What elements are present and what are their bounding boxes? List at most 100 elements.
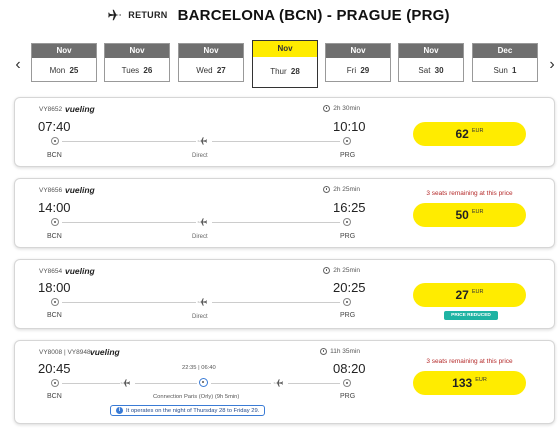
date-tab-sun-1[interactable]: Dec Sun 1: [472, 43, 538, 82]
origin-dot: [51, 218, 59, 226]
destination-dot: [343, 298, 351, 306]
departure-time: 18:00: [38, 280, 71, 295]
arrival-time: 20:25: [333, 280, 366, 295]
origin-dot: [51, 298, 59, 306]
date-label: Fri 29: [346, 66, 370, 75]
price-amount: 27: [455, 288, 469, 302]
flight-card[interactable]: VY8656 vueling 2h 25min 14:00 16:25 BCN …: [14, 178, 555, 248]
arrival-time: 08:20: [333, 361, 366, 376]
date-month: Nov: [253, 41, 317, 57]
airline-logo: vueling: [90, 347, 120, 357]
airline-logo: vueling: [65, 185, 95, 195]
airline-logo: vueling: [65, 104, 95, 114]
destination-code: PRG: [340, 233, 356, 240]
return-label: RETURN: [128, 10, 168, 20]
flight-card[interactable]: VY8652 vueling 2h 30min 07:40 10:10 BCN …: [14, 97, 555, 167]
destination-dot: [343, 379, 351, 387]
connection-label: Connection Paris (Orly) (9h 5min): [153, 394, 240, 400]
price-reduced-badge: PRICE REDUCED: [444, 311, 498, 320]
price-button[interactable]: 27 EUR: [413, 283, 526, 307]
price-currency: EUR: [475, 377, 487, 383]
info-icon: i: [116, 407, 123, 414]
page-header: RETURN BARCELONA (BCN) - PRAGUE (PRG): [0, 4, 558, 26]
date-selector: ‹ Nov Mon 25 Nov Tues 26 Nov Wed 27 Nov …: [0, 40, 558, 88]
plane-icon: [273, 379, 283, 387]
destination-code: PRG: [340, 152, 356, 159]
date-month: Nov: [32, 44, 96, 58]
flight-number: VY8654: [39, 268, 63, 275]
date-label: Sun 1: [493, 66, 517, 75]
duration: 2h 25min: [323, 186, 360, 193]
route-line: [212, 222, 340, 223]
date-month: Dec: [473, 44, 537, 58]
date-label: Wed 27: [196, 66, 226, 75]
destination-code: PRG: [340, 393, 356, 400]
clock-icon: [323, 186, 331, 193]
duration: 11h 35min: [320, 348, 360, 355]
plane-icon: [197, 218, 207, 226]
prev-dates-arrow-icon[interactable]: ‹: [11, 56, 25, 74]
price-currency: EUR: [471, 209, 484, 215]
date-tab-tues-26[interactable]: Nov Tues 26: [104, 43, 170, 82]
clock-icon: [320, 348, 328, 355]
arrival-time: 10:10: [333, 119, 366, 134]
date-tab-fri-29[interactable]: Nov Fri 29: [325, 43, 391, 82]
departure-time: 14:00: [38, 200, 71, 215]
seats-remaining-note: 3 seats remaining at this price: [426, 190, 513, 197]
route-line: [211, 383, 271, 384]
date-month: Nov: [105, 44, 169, 58]
return-plane-icon: [108, 9, 122, 21]
date-label: Tues 26: [121, 66, 153, 75]
date-month: Nov: [179, 44, 243, 58]
departure-time: 07:40: [38, 119, 71, 134]
connection-dot: [199, 378, 208, 387]
route-line: [62, 383, 120, 384]
date-month: Nov: [399, 44, 463, 58]
date-tab-thur-28-selected[interactable]: Nov Thur 28: [252, 40, 318, 88]
stop-label: Direct: [192, 314, 208, 320]
destination-dot: [343, 218, 351, 226]
origin-code: BCN: [47, 152, 62, 159]
price-button[interactable]: 62 EUR: [413, 122, 526, 146]
origin-code: BCN: [47, 312, 62, 319]
date-label: Thur 28: [270, 67, 300, 76]
flight-number: VY8656: [39, 187, 63, 194]
date-tab-sat-30[interactable]: Nov Sat 30: [398, 43, 464, 82]
flight-card-connection[interactable]: VY8008 | VY8948 vueling 11h 35min 20:45 …: [14, 340, 555, 424]
arrival-time: 16:25: [333, 200, 366, 215]
price-amount: 50: [455, 208, 469, 222]
date-tab-wed-27[interactable]: Nov Wed 27: [178, 43, 244, 82]
price-currency: EUR: [471, 289, 484, 295]
route-line: [212, 141, 340, 142]
destination-code: PRG: [340, 312, 356, 319]
date-label: Sat 30: [418, 66, 444, 75]
plane-icon: [120, 379, 130, 387]
stop-label: Direct: [192, 153, 208, 159]
duration: 2h 25min: [323, 267, 360, 274]
airline-logo: vueling: [65, 266, 95, 276]
price-button[interactable]: 133 EUR: [413, 371, 526, 395]
stop-label: Direct: [192, 234, 208, 240]
date-tab-mon-25[interactable]: Nov Mon 25: [31, 43, 97, 82]
flight-number: VY8652: [39, 106, 63, 113]
price-amount: 133: [452, 376, 473, 390]
connection-times: 22:35 | 06:40: [182, 365, 216, 371]
price-button[interactable]: 50 EUR: [413, 203, 526, 227]
route-line: [212, 302, 340, 303]
route-title: BARCELONA (BCN) - PRAGUE (PRG): [177, 6, 450, 24]
route-line: [62, 302, 196, 303]
flight-numbers: VY8008 | VY8948: [39, 349, 91, 356]
date-month: Nov: [326, 44, 390, 58]
clock-icon: [323, 267, 331, 274]
origin-code: BCN: [47, 393, 62, 400]
flight-card[interactable]: VY8654 vueling 2h 25min 18:00 20:25 BCN …: [14, 259, 555, 329]
route-line: [288, 383, 340, 384]
clock-icon: [323, 105, 331, 112]
seats-remaining-note: 3 seats remaining at this price: [426, 358, 513, 365]
route-line: [62, 141, 196, 142]
duration: 2h 30min: [323, 105, 360, 112]
overnight-info-note: i It operates on the night of Thursday 2…: [110, 405, 266, 416]
next-dates-arrow-icon[interactable]: ›: [545, 56, 558, 74]
origin-code: BCN: [47, 233, 62, 240]
destination-dot: [343, 137, 351, 145]
